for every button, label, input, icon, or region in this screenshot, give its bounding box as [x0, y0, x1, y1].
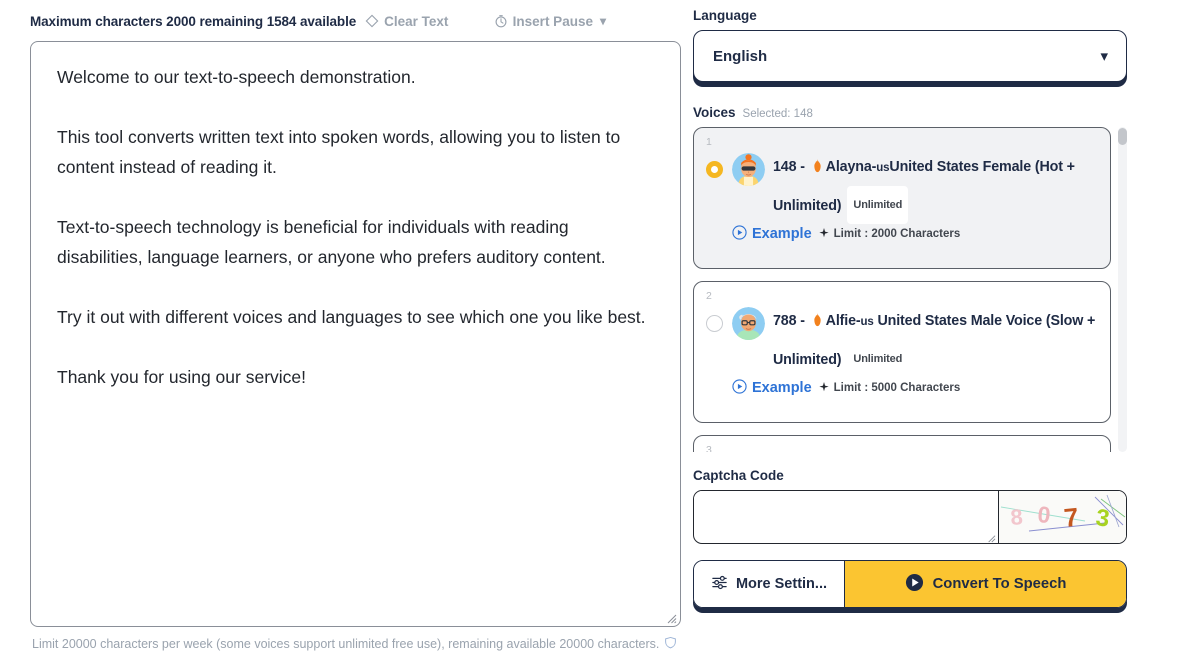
language-label: Language	[693, 8, 757, 23]
voice-name: Alayna-	[825, 158, 877, 175]
voice-limit: Limit : 5000 Characters	[818, 381, 961, 396]
voice-name: Alfie-	[825, 312, 861, 329]
sparkle-icon	[818, 381, 830, 396]
weekly-limit-text: Limit 20000 characters per week (some vo…	[32, 637, 660, 651]
fire-icon	[811, 306, 824, 340]
voice-badge: Unlimited	[847, 185, 909, 224]
more-settings-button[interactable]: More Settin...	[694, 561, 845, 607]
convert-to-speech-button[interactable]: Convert To Speech	[845, 561, 1126, 607]
play-circle-icon	[732, 378, 747, 398]
captcha-input[interactable]	[694, 491, 899, 507]
avatar-female-orange-hair	[732, 152, 765, 186]
voice-limit-label: Limit : 2000 Characters	[833, 228, 961, 240]
voice-id: 148 -	[773, 158, 809, 175]
voice-limit-label: Limit : 5000 Characters	[833, 382, 961, 394]
text-to-speech-page: Maximum characters 2000 remaining 1584 a…	[0, 0, 1183, 663]
clear-text-button[interactable]: Clear Text	[365, 14, 448, 29]
textarea-value: Welcome to our text-to-speech demonstrat…	[57, 67, 646, 387]
voice-example-label: Example	[752, 226, 812, 242]
sparkle-icon	[818, 227, 830, 242]
play-circle-filled-icon	[905, 573, 924, 596]
voices-title: Voices	[693, 105, 736, 120]
insert-pause-label: Insert Pause	[512, 13, 593, 29]
voices-selected-count: Selected: 148	[742, 108, 813, 120]
sliders-icon	[711, 574, 728, 595]
captcha-row: 8 0 7 3	[693, 490, 1127, 544]
svg-text:0: 0	[1037, 501, 1052, 528]
textarea-resize-handle[interactable]	[665, 611, 677, 624]
language-select[interactable]: English ▾	[693, 30, 1127, 82]
voice-badge: Unlimited	[847, 339, 909, 378]
chevron-down-icon: ▾	[1100, 47, 1108, 65]
voice-radio-selected[interactable]	[706, 160, 723, 178]
voice-card[interactable]: 1 148 - Alayna-usUnited States Female (H…	[693, 127, 1111, 269]
voice-card-index: 1	[706, 136, 712, 148]
voice-list[interactable]: 1 148 - Alayna-usUnited States Female (H…	[693, 127, 1127, 452]
voice-list-scrollbar-thumb[interactable]	[1118, 128, 1127, 145]
eraser-diamond-icon	[365, 14, 379, 28]
voice-card[interactable]: 3	[693, 435, 1111, 452]
weekly-limit-note: Limit 20000 characters per week (some vo…	[30, 636, 680, 652]
voice-radio-unselected[interactable]	[706, 314, 723, 332]
voice-card[interactable]: 2 788 - Alfie-us United States Male Voic…	[693, 281, 1111, 423]
voice-card-main: 788 - Alfie-us United States Male Voice …	[706, 304, 1098, 378]
clear-text-label: Clear Text	[384, 13, 449, 29]
avatar-male-gray-hair-glasses	[732, 306, 765, 340]
captcha-input-wrapper	[694, 491, 998, 543]
voice-card-description: 148 - Alayna-usUnited States Female (Hot…	[773, 150, 1098, 224]
controls-panel: Language English ▾ Voices Selected: 148 …	[690, 0, 1160, 663]
voice-card-description: 788 - Alfie-us United States Male Voice …	[773, 304, 1098, 378]
voice-list-scrollbar[interactable]	[1118, 127, 1127, 452]
captcha-resize-handle[interactable]	[985, 530, 996, 543]
text-input-area[interactable]: Welcome to our text-to-speech demonstrat…	[30, 41, 681, 627]
voice-id: 788 -	[773, 312, 809, 329]
insert-pause-button[interactable]: Insert Pause ▾	[494, 14, 606, 29]
voice-card-footer: Example Limit : 5000 Characters	[706, 378, 1098, 398]
voice-name-suffix: us	[876, 161, 890, 174]
captcha-label: Captcha Code	[693, 468, 784, 483]
svg-text:8: 8	[1010, 504, 1024, 530]
play-circle-icon	[732, 224, 747, 244]
voice-card-index: 3	[706, 444, 712, 452]
character-counter: Maximum characters 2000 remaining 1584 a…	[30, 13, 357, 29]
chevron-down-icon: ▾	[599, 14, 606, 28]
convert-to-speech-label: Convert To Speech	[932, 576, 1067, 592]
voice-card-main: 148 - Alayna-usUnited States Female (Hot…	[706, 150, 1098, 224]
stopwatch-icon	[494, 14, 508, 28]
language-selected-value: English	[713, 47, 768, 65]
voice-example-label: Example	[752, 380, 812, 396]
more-settings-label: More Settin...	[735, 576, 828, 592]
voice-example-button[interactable]: Example	[732, 378, 812, 398]
voice-card-index: 2	[706, 290, 712, 302]
fire-icon	[811, 152, 824, 186]
voice-limit: Limit : 2000 Characters	[818, 227, 961, 242]
voice-card-footer: Example Limit : 2000 Characters	[706, 224, 1098, 244]
shield-icon	[664, 636, 677, 652]
editor-panel: Maximum characters 2000 remaining 1584 a…	[0, 0, 690, 663]
captcha-image[interactable]: 8 0 7 3	[998, 491, 1126, 543]
voice-name-suffix: us	[860, 315, 874, 328]
voices-header: Voices Selected: 148	[693, 105, 1127, 120]
action-buttons-row: More Settin... Convert To Speech	[693, 560, 1127, 608]
voice-example-button[interactable]: Example	[732, 224, 812, 244]
editor-toolbar: Maximum characters 2000 remaining 1584 a…	[30, 8, 680, 34]
